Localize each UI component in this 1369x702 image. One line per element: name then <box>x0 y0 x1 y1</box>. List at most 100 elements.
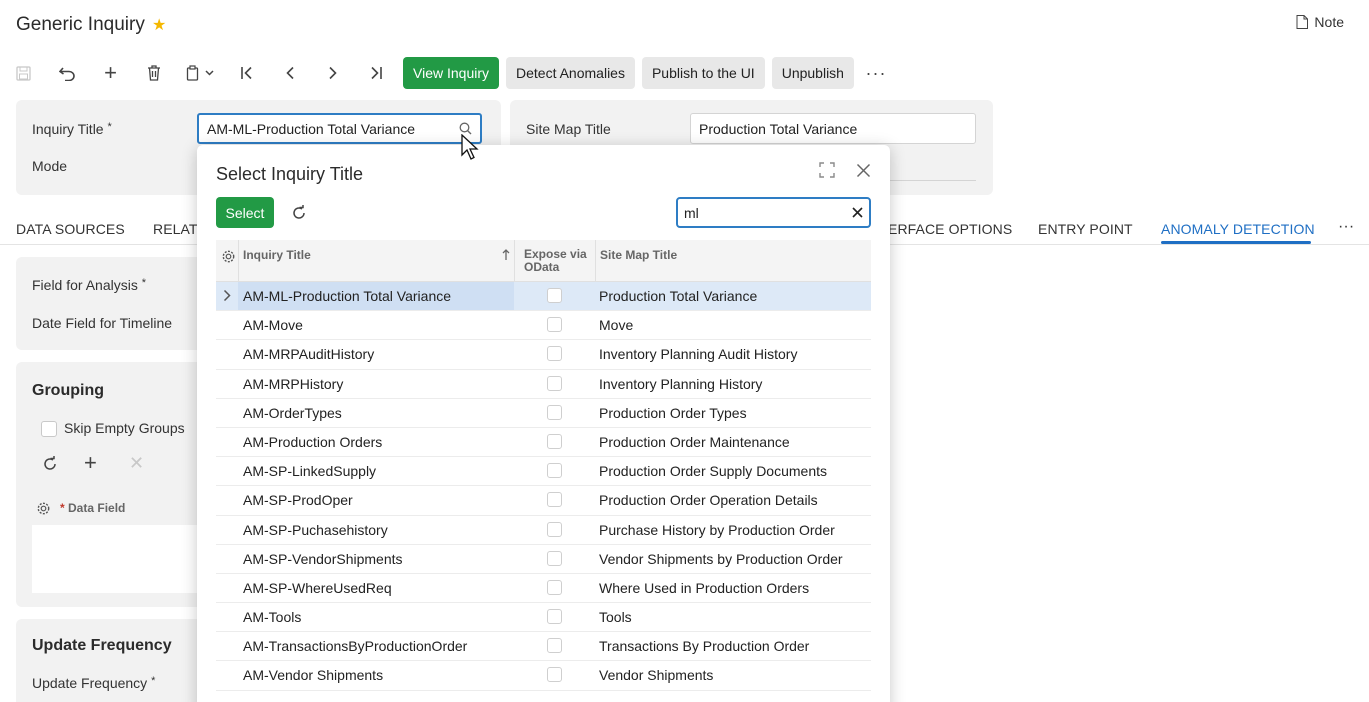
column-settings-icon[interactable] <box>221 249 236 267</box>
column-header-inquiry-title[interactable]: Inquiry Title <box>243 248 311 262</box>
table-row[interactable]: AM-Move Move <box>216 311 871 341</box>
grid-body: AM-ML-Production Total Variance Productio… <box>216 282 871 691</box>
page-title: Generic Inquiry <box>16 14 145 35</box>
table-row[interactable]: AM-SP-VendorShipments Vendor Shipments by… <box>216 545 871 574</box>
tabs-more-button[interactable]: ··· <box>1338 218 1354 236</box>
tab-anomaly-detection[interactable]: ANOMALY DETECTION <box>1161 221 1315 237</box>
site-map-title-cell: Inventory Planning History <box>599 375 763 392</box>
refresh-icon[interactable] <box>291 205 307 224</box>
expose-odata-checkbox[interactable] <box>547 433 562 449</box>
skip-empty-groups-checkbox[interactable] <box>41 421 57 437</box>
select-button[interactable]: Select <box>216 197 274 228</box>
required-marker: * <box>151 675 156 687</box>
required-marker: * <box>141 277 146 289</box>
dialog-search-input[interactable]: ml <box>676 197 871 228</box>
inquiry-title-value: AM-ML-Production Total Variance <box>207 120 416 137</box>
table-row[interactable]: AM-SP-ProdOper Production Order Operation… <box>216 486 871 516</box>
expose-odata-checkbox[interactable] <box>547 404 562 420</box>
table-row[interactable]: AM-MRPHistory Inventory Planning History <box>216 370 871 399</box>
delete-icon[interactable] <box>132 57 175 89</box>
site-map-title-cell: Transactions By Production Order <box>599 638 810 655</box>
more-actions-button[interactable]: ··· <box>861 63 891 84</box>
expose-odata-checkbox[interactable] <box>547 375 562 391</box>
expose-odata-checkbox[interactable] <box>547 550 562 566</box>
refresh-icon[interactable] <box>42 456 58 475</box>
expose-odata-checkbox[interactable] <box>547 609 562 625</box>
table-row[interactable]: AM-Tools Tools <box>216 603 871 633</box>
site-map-title-cell: Vendor Shipments <box>599 667 714 684</box>
next-record-icon[interactable] <box>311 57 354 89</box>
favorite-star-icon[interactable]: ★ <box>152 15 166 35</box>
inquiry-title-cell: AM-OrderTypes <box>243 404 342 421</box>
analysis-panel: Field for Analysis * Date Field for Time… <box>16 257 216 350</box>
clipboard-icon[interactable] <box>175 57 225 89</box>
update-frequency-title: Update Frequency <box>32 637 172 654</box>
field-for-analysis-text: Field for Analysis <box>32 277 138 293</box>
close-icon[interactable] <box>856 162 871 183</box>
table-row[interactable]: AM-MRPAuditHistory Inventory Planning Aud… <box>216 340 871 370</box>
chevron-down-icon <box>205 70 214 76</box>
publish-to-ui-button[interactable]: Publish to the UI <box>641 57 765 89</box>
tab-relations[interactable]: RELAT <box>153 221 198 237</box>
add-icon[interactable]: + <box>89 57 132 89</box>
expose-odata-checkbox[interactable] <box>547 463 562 479</box>
tab-entry-point[interactable]: ENTRY POINT <box>1038 221 1133 237</box>
table-row[interactable]: AM-SP-LinkedSupply Production Order Suppl… <box>216 457 871 487</box>
first-record-icon[interactable] <box>225 57 268 89</box>
inquiry-title-cell: AM-SP-ProdOper <box>243 492 353 509</box>
site-map-title-cell: Vendor Shipments by Production Order <box>599 550 843 567</box>
delete-row-icon: ✕ <box>129 453 145 473</box>
site-map-title-label: Site Map Title <box>526 121 611 137</box>
site-map-title-cell: Production Order Operation Details <box>599 492 818 509</box>
site-map-title-input[interactable]: Production Total Variance <box>690 113 976 144</box>
detect-anomalies-button[interactable]: Detect Anomalies <box>506 57 635 89</box>
inquiry-title-label-text: Inquiry Title <box>32 121 104 137</box>
table-row[interactable]: AM-Vendor Shipments Vendor Shipments <box>216 661 871 691</box>
inquiry-title-cell: AM-TransactionsByProductionOrder <box>243 638 468 655</box>
field-for-analysis-label: Field for Analysis * <box>32 277 146 293</box>
expose-odata-checkbox[interactable] <box>547 667 562 683</box>
site-map-title-cell: Production Order Types <box>599 404 747 421</box>
sort-ascending-icon[interactable] <box>502 248 510 264</box>
expose-odata-checkbox[interactable] <box>547 579 562 595</box>
expose-odata-checkbox[interactable] <box>547 317 562 333</box>
active-tab-indicator <box>1161 241 1311 244</box>
table-row[interactable]: AM-TransactionsByProductionOrder Transact… <box>216 632 871 662</box>
expose-odata-checkbox[interactable] <box>547 288 562 303</box>
previous-record-icon[interactable] <box>268 57 311 89</box>
table-row[interactable]: AM-ML-Production Total Variance Productio… <box>216 282 871 312</box>
table-row[interactable]: AM-OrderTypes Production Order Types <box>216 399 871 428</box>
table-row[interactable]: AM-SP-WhereUsedReq Where Used in Producti… <box>216 574 871 604</box>
add-row-icon[interactable]: + <box>84 450 97 476</box>
table-row[interactable]: AM-SP-Puchasehistory Purchase History by … <box>216 516 871 545</box>
skip-empty-groups-label: Skip Empty Groups <box>64 420 185 436</box>
expose-odata-checkbox[interactable] <box>547 346 562 362</box>
clear-search-icon[interactable] <box>852 207 863 218</box>
maximize-icon[interactable] <box>819 162 835 183</box>
view-inquiry-button[interactable]: View Inquiry <box>403 57 500 89</box>
tab-data-sources[interactable]: DATA SOURCES <box>16 221 125 237</box>
note-button[interactable]: Note <box>1296 14 1344 30</box>
inquiry-title-input[interactable]: AM-ML-Production Total Variance <box>197 113 482 144</box>
save-icon[interactable] <box>16 57 46 89</box>
inquiry-title-cell: AM-Production Orders <box>243 433 383 450</box>
expose-odata-checkbox[interactable] <box>547 521 562 537</box>
column-settings-icon[interactable] <box>36 501 51 519</box>
inquiry-title-cell: AM-SP-VendorShipments <box>243 550 403 567</box>
inquiry-title-cell: AM-MRPHistory <box>243 375 344 392</box>
expose-odata-checkbox[interactable] <box>547 638 562 654</box>
unpublish-button[interactable]: Unpublish <box>771 57 854 89</box>
undo-icon[interactable] <box>46 57 89 89</box>
last-record-icon[interactable] <box>354 57 397 89</box>
column-header-site-map-title[interactable]: Site Map Title <box>600 248 677 262</box>
table-row[interactable]: AM-Production Orders Production Order Mai… <box>216 428 871 458</box>
expose-odata-checkbox[interactable] <box>547 492 562 508</box>
column-header-expose-odata[interactable]: Expose via OData <box>524 248 594 274</box>
grouping-title: Grouping <box>32 382 104 399</box>
grouping-panel: Grouping Skip Empty Groups + ✕ * Data Fi… <box>16 362 216 607</box>
expand-row-icon[interactable] <box>223 289 231 305</box>
inquiry-title-cell: AM-Vendor Shipments <box>243 667 384 684</box>
tab-interface-options[interactable]: ERFACE OPTIONS <box>888 221 1012 237</box>
column-separator <box>514 240 515 282</box>
column-separator <box>595 240 596 282</box>
